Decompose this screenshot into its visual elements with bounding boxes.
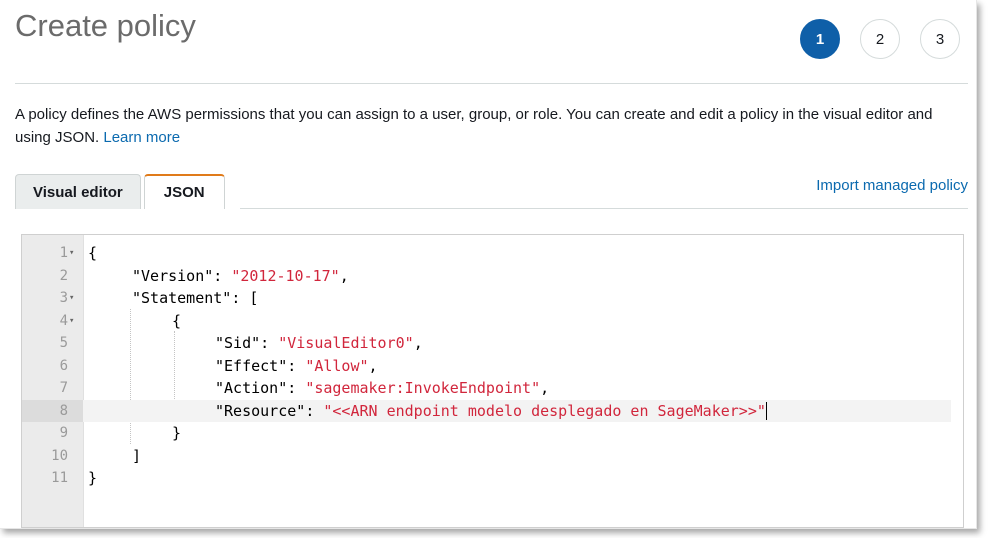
code-line: }: [88, 469, 98, 487]
wizard-steps: 1 2 3: [800, 19, 960, 59]
code-line: "Effect": "Allow",: [215, 356, 378, 375]
editor-tabs: Visual editor JSON: [15, 174, 225, 209]
text-cursor: [765, 402, 767, 420]
page-title: Create policy: [15, 8, 196, 43]
code-line: }: [172, 424, 182, 442]
code-line: "Sid": "VisualEditor0",: [215, 334, 423, 352]
code-line: "Version": "2012-10-17",: [132, 266, 349, 285]
tab-json[interactable]: JSON: [143, 174, 225, 209]
step-1[interactable]: 1: [800, 19, 840, 59]
learn-more-link[interactable]: Learn more: [103, 129, 180, 146]
import-managed-policy-link[interactable]: Import managed policy: [816, 177, 968, 194]
code-line: {: [88, 244, 98, 262]
divider: [15, 83, 968, 84]
step-3[interactable]: 3: [920, 19, 960, 59]
code-line: ]: [132, 446, 142, 465]
code-line: "Statement": [: [132, 289, 259, 307]
code-line: "Action": "sagemaker:InvokeEndpoint",: [215, 379, 550, 397]
tab-visual-editor[interactable]: Visual editor: [15, 174, 141, 209]
code-line: {: [172, 311, 182, 330]
tab-divider: [240, 208, 968, 209]
json-editor[interactable]: 1 ▾ 2 3 ▾ 4 ▾ 5 6 7 8 9 10 11 { "Version": …: [21, 234, 964, 528]
code-line: "Resource": "<<ARN endpoint modelo despl…: [215, 401, 767, 420]
step-2[interactable]: 2: [860, 19, 900, 59]
create-policy-panel: Create policy 1 2 3 A policy defines the…: [0, 0, 977, 529]
policy-description: A policy defines the AWS permissions tha…: [15, 103, 970, 149]
